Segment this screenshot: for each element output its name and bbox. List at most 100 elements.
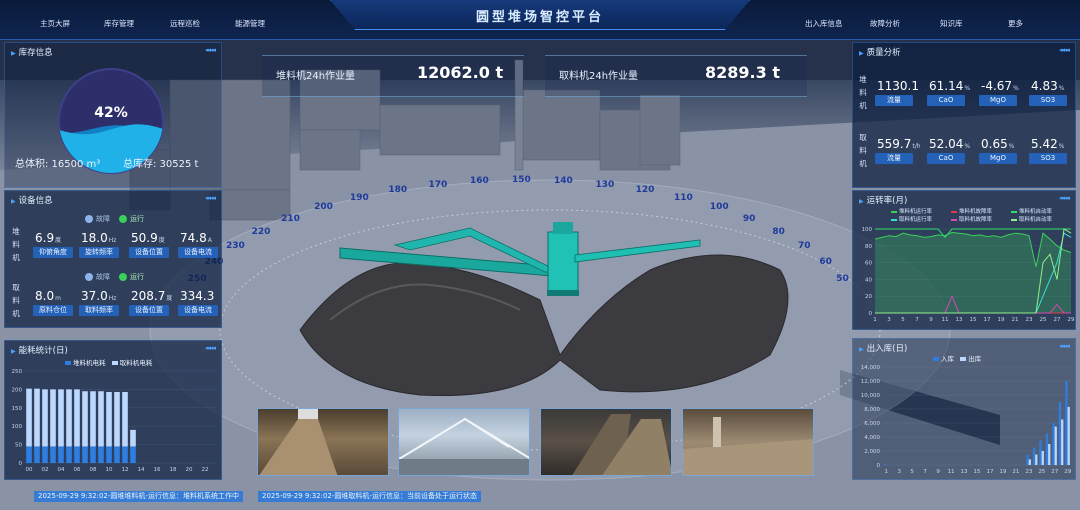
quality-reclaimer-number: 5.42 (1031, 137, 1058, 151)
x-tick-label: 13 (956, 317, 963, 323)
x-tick-label: 16 (154, 467, 161, 473)
legend-swatch (960, 357, 967, 361)
camera-feed-4-scene (683, 417, 813, 475)
x-tick-label: 7 (923, 469, 927, 475)
nav-inout-info[interactable]: 出入库信息 (805, 18, 843, 29)
bar-series-a (50, 446, 56, 463)
panel-dots-icon: ◂◂◂◂ (204, 344, 216, 352)
bar-series-b (66, 389, 72, 447)
x-tick-label: 21 (1012, 469, 1019, 475)
fault-dot-icon (85, 273, 93, 281)
bar-series-b (1048, 444, 1051, 465)
x-tick-label: 5 (910, 469, 914, 475)
dial-label: 220 (251, 226, 271, 237)
bar-series-b (50, 389, 56, 447)
bar-series-a (74, 446, 80, 463)
x-tick-label: 19 (999, 469, 1006, 475)
bar-series-b (130, 429, 136, 447)
kpi-stacker-label: 堆料机24h作业量 (276, 71, 356, 82)
panel-dots-icon: ◂◂◂◂ (1058, 194, 1070, 202)
x-tick-label: 1 (884, 469, 888, 475)
x-tick-label: 08 (90, 467, 97, 473)
bar-series-b (34, 388, 40, 447)
reclaimer-metric-value-3: 334.3 (180, 285, 215, 304)
inout-panel: 出入库(日) ◂◂◂◂ 入库 出库 0 2,000 4,000 6,000 8,000 1… (852, 338, 1076, 480)
bar-series-a (58, 446, 64, 463)
x-tick-label: 29 (1064, 469, 1071, 475)
page-title: 圆型堆场智控平台 (475, 10, 604, 25)
quality-reclaimer-label-3: SO3 (1029, 153, 1067, 164)
panel-dots-icon: ◂◂◂◂ (1058, 342, 1070, 350)
q-stacker-side-label: 堆料机 (859, 75, 867, 110)
y-tick-label: 8,000 (864, 407, 880, 413)
legend-swatch (951, 218, 957, 221)
x-tick-label: 23 (1025, 469, 1032, 475)
legend-swatch (1011, 210, 1017, 213)
nav-more[interactable]: 更多 (1008, 18, 1023, 29)
x-tick-label: 3 (887, 317, 891, 323)
x-tick-label: 7 (915, 317, 919, 323)
nav-energy[interactable]: 能源管理 (235, 18, 265, 29)
legend-label: 堆料机自动率 (1019, 209, 1053, 215)
quality-reclaimer-unit: % (1058, 143, 1065, 150)
quality-reclaimer-value-3: 5.42% (1031, 133, 1064, 152)
inout-title: 出入库(日) (859, 342, 908, 354)
x-tick-label: 27 (1051, 469, 1058, 475)
inventory-panel: 库存信息 ◂◂◂◂ 42% 总体积: 16500 m³ 总库存: 30525 t (4, 42, 222, 188)
reclaimer-metric-unit: m (55, 295, 61, 302)
x-tick-label: 17 (986, 469, 993, 475)
dial-label: 70 (798, 241, 811, 252)
nav-fault-analysis[interactable]: 故障分析 (870, 18, 900, 29)
camera-feed-3[interactable] (540, 408, 672, 476)
legend-swatch (933, 357, 939, 361)
reclaimer-metric-number: 334.3 (180, 289, 215, 303)
stacker-metric-label-2: 设备位置 (129, 247, 169, 258)
inventory-title: 库存信息 (11, 46, 53, 58)
nav-home-dashboard[interactable]: 主页大屏 (40, 18, 70, 29)
reclaimer-metric-label-0: 原料仓位 (33, 305, 73, 316)
bar-series-b (98, 391, 104, 447)
ticker-message-1[interactable]: 2025-09-29 9:32:02-圆堆堆料机-运行信息：堆料机系统工作中 (34, 491, 243, 502)
reclaimer-metric-label-1: 取料频率 (79, 305, 119, 316)
legend-label: 取料机运行率 (899, 217, 933, 223)
dial-label: 180 (388, 185, 408, 195)
camera-feed-1[interactable] (257, 408, 389, 476)
y-tick-label: 50 (15, 443, 22, 449)
bar-series-b (122, 391, 128, 447)
q-reclaimer-side-label: 取料机 (859, 133, 867, 168)
ticker-message-2[interactable]: 2025-09-29 9:32:02-圆堆取料机-运行信息：当前设备处于运行状态 (258, 491, 481, 502)
y-tick-label: 0 (869, 311, 873, 317)
top-header-bar: 圆型堆场智控平台 主页大屏 库存管理 远程巡检 能源管理 出入库信息 故障分析 … (0, 0, 1080, 40)
nav-knowledge-base[interactable]: 知识库 (940, 18, 963, 29)
bar-series-a (26, 446, 32, 463)
runrate-legend-item: 取料机故障率 (951, 216, 1011, 224)
dial-label: 110 (674, 192, 693, 203)
bar-series-a (1052, 423, 1055, 465)
quality-stacker-unit: % (1058, 85, 1065, 92)
quality-stacker-label-2: MgO (979, 95, 1017, 106)
y-tick-label: 0 (877, 463, 881, 469)
bar-series-b (1067, 406, 1070, 465)
camera-feed-4[interactable] (682, 408, 814, 476)
runrate-legend-item: 堆料机运行率 (891, 208, 951, 216)
bar-series-b (1041, 451, 1044, 465)
x-tick-label: 15 (974, 469, 981, 475)
bar-series-b (26, 388, 32, 447)
stacker-metric-unit: 度 (55, 237, 62, 244)
x-tick-label: 00 (26, 467, 33, 473)
x-tick-label: 25 (1038, 469, 1045, 475)
camera-feed-2[interactable] (398, 408, 530, 476)
status-running-label: 运行 (130, 215, 144, 223)
equipment-title: 设备信息 (11, 194, 53, 206)
quality-stacker-label-3: SO3 (1029, 95, 1067, 106)
legend-label: 取料机故障率 (959, 217, 993, 223)
stacker-metric-label-0: 仰俯角度 (33, 247, 73, 258)
quality-stacker-unit: % (964, 85, 971, 92)
legend-stacker: 堆料机电耗 (73, 359, 106, 367)
nav-remote-inspection[interactable]: 远程巡检 (170, 18, 200, 29)
x-tick-label: 9 (929, 317, 933, 323)
energy-title: 能耗统计(日) (11, 344, 68, 356)
energy-chart: 0 50 100 150 200 250 00 02 04 06 08 10 12 14 16 18 20 22 (12, 369, 217, 473)
nav-inventory[interactable]: 库存管理 (104, 18, 134, 29)
reclaimer-metric-value-0: 8.0m (35, 285, 61, 304)
